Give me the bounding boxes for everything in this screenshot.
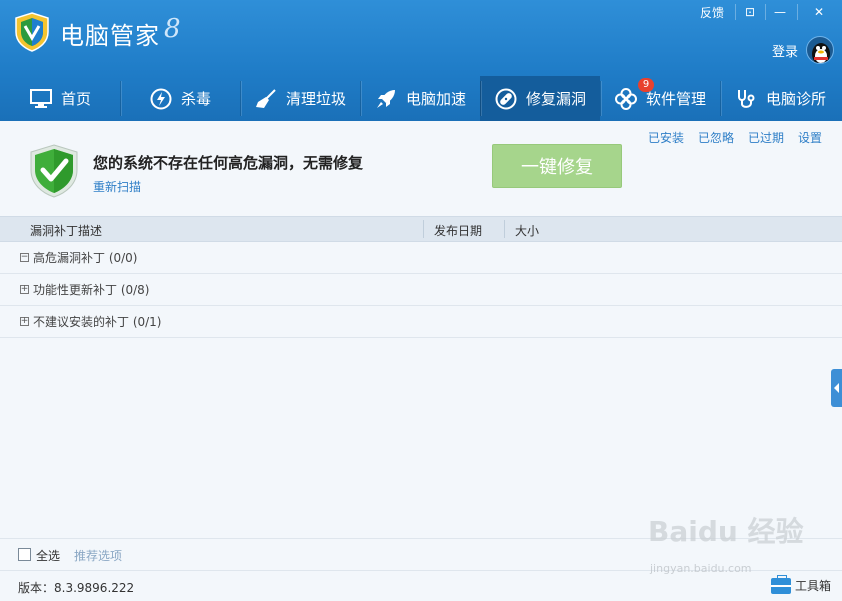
- side-panel-toggle[interactable]: [831, 369, 842, 407]
- watermark-logo: Baidu 经验: [648, 515, 804, 548]
- update-count-badge: 9: [638, 78, 654, 92]
- column-size[interactable]: 大小: [515, 222, 539, 239]
- monitor-icon: [29, 87, 53, 111]
- tab-antivirus[interactable]: 杀毒: [120, 76, 240, 121]
- bandage-icon: [494, 87, 518, 111]
- app-logo: [14, 12, 50, 52]
- status-title: 您的系统不存在任何高危漏洞，无需修复: [93, 154, 364, 172]
- expired-link[interactable]: 已过期: [748, 129, 784, 146]
- column-date[interactable]: 发布日期: [434, 222, 482, 239]
- tab-label: 首页: [60, 90, 91, 108]
- tab-label: 杀毒: [180, 90, 211, 108]
- recommended-options-link[interactable]: 推荐选项: [74, 547, 122, 564]
- toolbox-button[interactable]: 工具箱: [771, 574, 832, 594]
- toolbox-icon: [771, 574, 791, 594]
- column-divider[interactable]: [423, 220, 424, 238]
- settings-link[interactable]: 设置: [798, 129, 822, 146]
- watermark-url: jingyan.baidu.com: [650, 562, 752, 575]
- patch-group-not-recommended[interactable]: + 不建议安装的补丁 (0/1): [0, 306, 842, 338]
- select-all-label[interactable]: 全选: [36, 547, 60, 564]
- tab-label: 电脑加速: [405, 90, 466, 108]
- login-link[interactable]: 登录: [772, 41, 798, 60]
- tab-software[interactable]: 9 软件管理: [600, 76, 720, 121]
- skin-button[interactable]: ⊡: [736, 0, 764, 24]
- group-label: 高危漏洞补丁 (0/0): [33, 251, 138, 265]
- top-links: 已安装 已忽略 已过期 设置: [648, 129, 822, 146]
- tab-cleanup[interactable]: 清理垃圾: [240, 76, 360, 121]
- patch-group-functional[interactable]: + 功能性更新补丁 (0/8): [0, 274, 842, 306]
- version-mark: 8: [164, 14, 181, 44]
- qq-penguin-icon: [812, 43, 830, 63]
- patch-group-high-risk[interactable]: − 高危漏洞补丁 (0/0): [0, 242, 842, 274]
- column-divider[interactable]: [504, 220, 505, 238]
- tab-clinic[interactable]: 电脑诊所: [720, 76, 840, 121]
- minimize-button[interactable]: —: [766, 0, 794, 24]
- avatar[interactable]: [806, 36, 834, 64]
- feedback-button[interactable]: 反馈: [690, 0, 734, 24]
- tab-home[interactable]: 首页: [0, 76, 120, 121]
- expand-icon[interactable]: +: [20, 285, 29, 294]
- tab-label: 修复漏洞: [525, 90, 586, 108]
- broom-icon: [254, 87, 278, 111]
- tab-patch[interactable]: 修复漏洞: [480, 76, 600, 121]
- group-label: 不建议安装的补丁 (0/1): [33, 315, 162, 329]
- rescan-link[interactable]: 重新扫描: [93, 178, 141, 195]
- close-button[interactable]: ✕: [800, 0, 838, 24]
- stethoscope-icon: [734, 87, 758, 111]
- tab-label: 电脑诊所: [765, 90, 826, 108]
- shield-check-icon: [28, 143, 80, 199]
- expand-icon[interactable]: +: [20, 317, 29, 326]
- one-click-fix-button[interactable]: 一键修复: [492, 144, 622, 188]
- collapse-icon[interactable]: −: [20, 253, 29, 262]
- app-title: 电脑管家: [60, 22, 160, 50]
- ignored-link[interactable]: 已忽略: [698, 129, 734, 146]
- clover-icon: [614, 87, 638, 111]
- installed-link[interactable]: 已安装: [648, 129, 684, 146]
- group-label: 功能性更新补丁 (0/8): [33, 283, 150, 297]
- rocket-icon: [374, 87, 398, 111]
- divider: [797, 4, 798, 20]
- tab-speedup[interactable]: 电脑加速: [360, 76, 480, 121]
- select-all-checkbox[interactable]: [18, 548, 31, 561]
- column-description[interactable]: 漏洞补丁描述: [30, 222, 102, 239]
- toolbox-label: 工具箱: [795, 579, 832, 593]
- main-nav: 首页 杀毒 清理垃圾 电脑加速 修复漏洞 9 软件管理 电脑诊所: [0, 76, 842, 121]
- version-label: 版本：8.3.9896.222: [18, 581, 135, 595]
- tab-label: 清理垃圾: [285, 90, 346, 108]
- tab-label: 软件管理: [645, 90, 706, 108]
- table-header: 漏洞补丁描述 发布日期 大小: [0, 216, 842, 242]
- lightning-icon: [149, 87, 173, 111]
- title-bar: 电脑管家 8 反馈 ⊡ — ✕ 登录 首页 杀毒 清理垃圾 电脑加速 修复漏洞 …: [0, 0, 842, 121]
